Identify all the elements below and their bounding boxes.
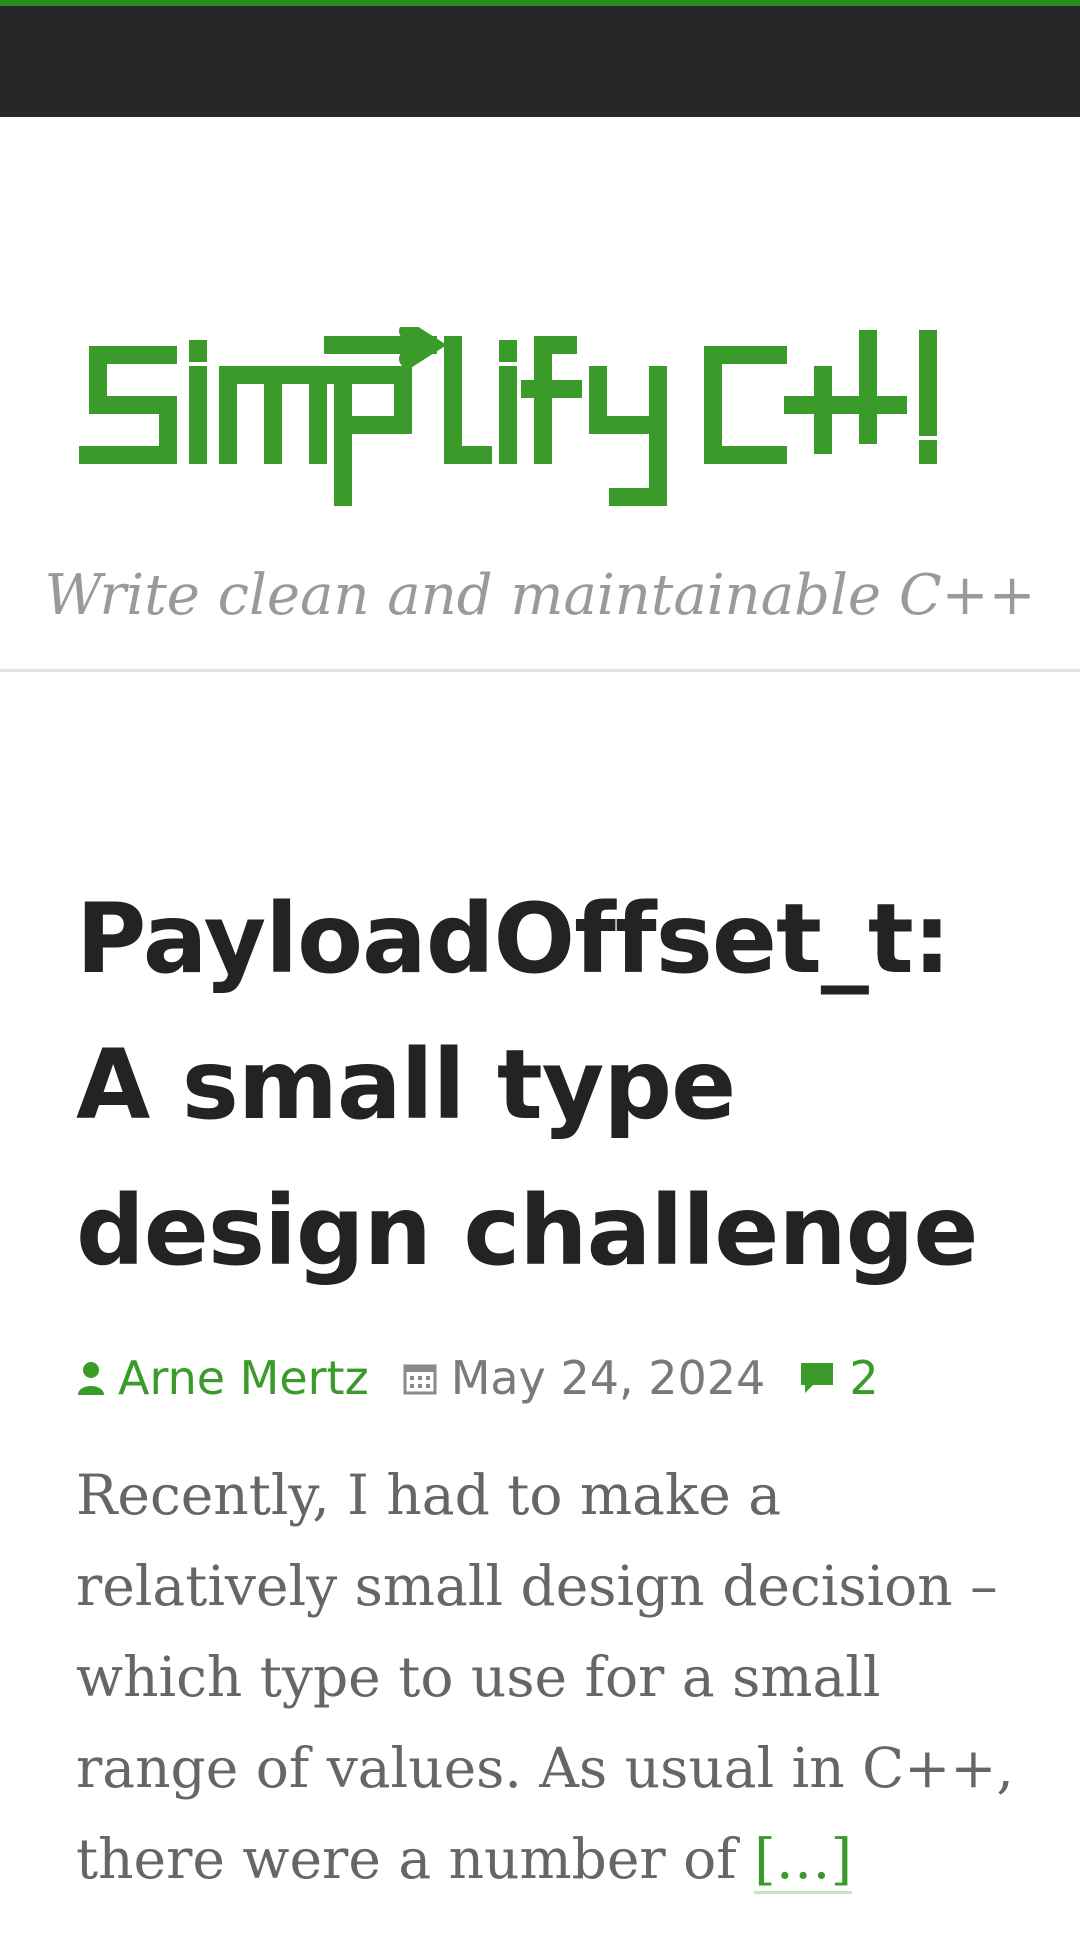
comment-icon [797, 1359, 837, 1397]
calendar-icon [403, 1361, 437, 1395]
post-title[interactable]: PayloadOffset_t: A small type design cha… [76, 866, 1016, 1304]
post-date-link[interactable]: May 24, 2024 [451, 1351, 766, 1405]
post-card: PayloadOffset_t: A small type design cha… [76, 866, 1016, 1960]
site-tagline: Write clean and maintainable C++ [44, 563, 1036, 628]
site-header: Write clean and maintainable C++ [0, 117, 1080, 672]
post-author-link[interactable]: Arne Mertz [118, 1351, 369, 1405]
post-comments-link[interactable]: 2 [849, 1351, 878, 1405]
logo-graphic [79, 322, 937, 506]
post-excerpt: Recently, I had to make a relatively sma… [76, 1450, 1016, 1905]
person-icon [76, 1361, 106, 1395]
top-navigation-bar [0, 6, 1080, 117]
post-excerpt-text: Recently, I had to make a relatively sma… [76, 1463, 1014, 1891]
read-more-link[interactable]: […] [754, 1827, 853, 1894]
post-meta: Arne Mertz May 24, 2024 2 [76, 1346, 1016, 1410]
site-logo[interactable] [78, 322, 998, 531]
